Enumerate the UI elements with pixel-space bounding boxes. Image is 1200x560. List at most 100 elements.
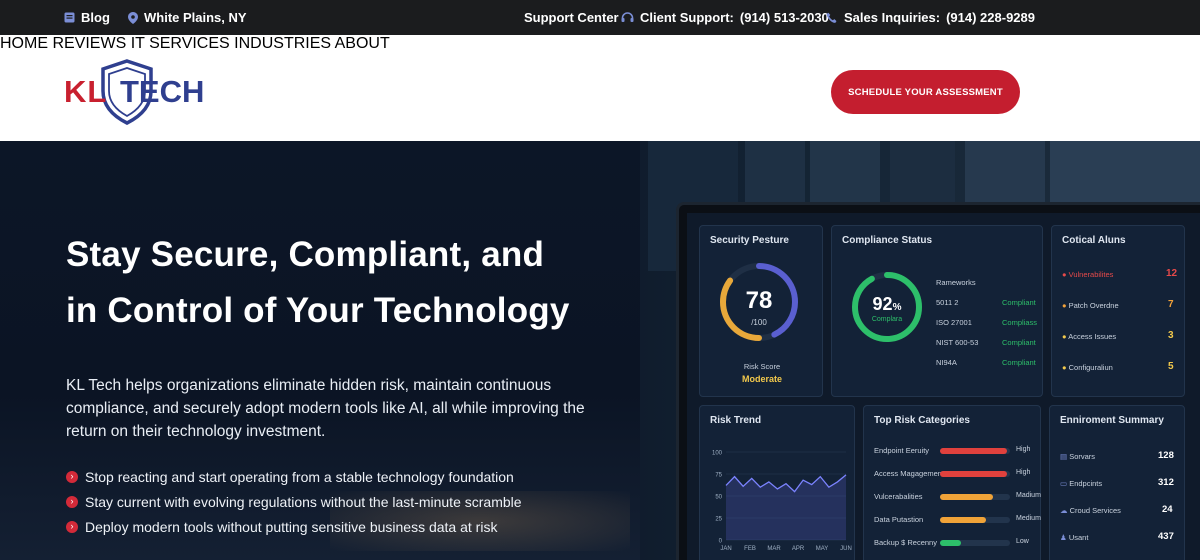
x-tick-label: JUN xyxy=(840,546,852,552)
security-score-value: 78 xyxy=(745,287,773,314)
logo-kl-text: KL xyxy=(64,74,108,109)
risk-level-label: Medium xyxy=(1016,515,1041,522)
nav-industries[interactable]: INDUSTRIES xyxy=(234,35,331,52)
risk-bar-fill xyxy=(940,540,961,546)
risk-category-name: Endpoint Eeruity xyxy=(874,446,930,455)
security-posture-card: Security Pesture 78 /100 Risk Score Mode… xyxy=(699,225,823,397)
alert-count: 7 xyxy=(1168,299,1174,310)
risk-level-label: High xyxy=(1016,446,1031,453)
risk-bar-track xyxy=(940,494,1010,500)
hero-bullet: › Deploy modern tools without putting se… xyxy=(66,514,522,539)
nav-reviews[interactable]: REVIEWS xyxy=(52,35,126,52)
y-tick-label: 0 xyxy=(719,539,723,545)
risk-category-name: Backup $ Recenny xyxy=(874,538,937,547)
nav-home[interactable]: HOME xyxy=(0,35,48,52)
alert-warning-icon: ● xyxy=(1062,301,1067,310)
environment-summary-title: Enniroment Summary xyxy=(1060,415,1164,426)
alert-name: Access Issues xyxy=(1068,332,1117,341)
main-nav: HOME REVIEWS IT SERVICES INDUSTRIES ABOU… xyxy=(0,35,1200,53)
compliance-percent: 92% xyxy=(850,294,924,315)
critical-alerts-title: Cotical Aluns xyxy=(1062,235,1126,246)
framework-status: Compliass xyxy=(1002,318,1038,327)
alert-name: Configuraliun xyxy=(1068,363,1113,372)
risk-category-name: Data Putastion xyxy=(874,515,924,524)
client-support-label: Client Support: xyxy=(640,10,734,25)
y-tick-label: 100 xyxy=(712,451,723,457)
sales-phone: (914) 228-9289 xyxy=(946,10,1035,25)
risk-level-label: Madium xyxy=(1016,492,1041,499)
risk-level-label: High xyxy=(1016,469,1031,476)
alert-name: Patch Overdne xyxy=(1068,301,1119,310)
alert-count: 5 xyxy=(1168,361,1174,372)
security-score-max: /100 xyxy=(751,318,767,327)
risk-bar-fill xyxy=(940,494,993,500)
y-tick-label: 75 xyxy=(715,473,722,479)
risk-trend-chart: 100 75 50 25 0JAN FEB MAR APR MAY JUN xyxy=(712,451,852,553)
y-tick-label: 50 xyxy=(715,495,722,501)
alert-name: Vulnerabilites xyxy=(1068,270,1114,279)
risk-trend-title: Risk Trend xyxy=(710,415,762,426)
headset-icon xyxy=(621,11,634,22)
location-link[interactable]: White Plains, NY xyxy=(128,0,247,35)
chevron-right-icon: › xyxy=(66,520,78,533)
blog-icon xyxy=(64,12,75,23)
risk-bar-fill xyxy=(940,517,986,523)
server-icon: ▤ xyxy=(1060,452,1068,461)
environment-row: ▭ Endpcints xyxy=(1060,479,1102,488)
environment-value: 24 xyxy=(1162,504,1173,515)
user-icon: ♟ xyxy=(1060,533,1067,542)
alert-warning-icon: ● xyxy=(1062,270,1067,279)
critical-alerts-card: Cotical Aluns ● Vulnerabilites 12 ● Patc… xyxy=(1051,225,1185,397)
blog-link[interactable]: Blog xyxy=(64,0,110,35)
chevron-right-icon: › xyxy=(66,495,78,508)
risk-level-label: Low xyxy=(1016,538,1029,545)
x-tick-label: FEB xyxy=(744,546,756,552)
security-posture-title: Security Pesture xyxy=(710,235,789,246)
alert-count: 3 xyxy=(1168,330,1174,341)
support-center-link[interactable]: Support Center xyxy=(524,0,619,35)
site-header: KL TECH HOME REVIEWS IT SERVICES INDUSTR… xyxy=(0,35,1200,141)
hero-bullet-text: Deploy modern tools without putting sens… xyxy=(85,518,498,535)
hero-bullet-text: Stay current with evolving regulations w… xyxy=(85,493,522,510)
risk-bar-track xyxy=(940,448,1010,454)
risk-bar-fill xyxy=(940,471,1007,477)
chevron-right-icon: › xyxy=(66,470,78,483)
risk-bar-fill xyxy=(940,448,1007,454)
risk-bar-track xyxy=(940,517,1010,523)
environment-value: 128 xyxy=(1158,450,1174,461)
top-bar: Blog White Plains, NY Support Center Cli… xyxy=(0,0,1200,35)
y-tick-label: 25 xyxy=(715,517,722,523)
nav-it-services[interactable]: IT SERVICES xyxy=(131,35,230,52)
framework-name: 5011 2 xyxy=(936,298,959,307)
alert-row: ● Access Issues xyxy=(1062,332,1116,341)
x-tick-label: MAR xyxy=(767,546,781,552)
framework-status: Compliant xyxy=(1002,298,1036,307)
cloud-icon: ☁ xyxy=(1060,506,1068,515)
kl-tech-logo[interactable]: KL TECH xyxy=(64,57,204,127)
security-dashboard: Security Pesture 78 /100 Risk Score Mode… xyxy=(687,213,1200,560)
sales-inquiries-link[interactable]: Sales Inquiries: (914) 228-9289 xyxy=(826,0,1035,35)
alert-warning-icon: ● xyxy=(1062,332,1067,341)
location-label: White Plains, NY xyxy=(144,10,247,25)
environment-row: ▤ Sorvars xyxy=(1060,452,1095,461)
alert-row: ● Vulnerabilites xyxy=(1062,270,1113,279)
risk-score-label: Risk Score xyxy=(743,362,781,371)
hero-bullet: › Stay current with evolving regulations… xyxy=(66,489,522,514)
background-building xyxy=(810,141,880,211)
risk-trend-card: Risk Trend 100 75 50 25 0 JAN FEB MAR APR MAY JUN xyxy=(699,405,855,560)
x-tick-label: JAN xyxy=(720,546,731,552)
hero-bullet-text: Stop reacting and start operating from a… xyxy=(85,468,514,485)
client-support-link[interactable]: Client Support: (914) 513-2030 xyxy=(621,0,829,35)
framework-name: ISO 27001 xyxy=(936,318,972,327)
risk-bar-track xyxy=(940,471,1010,477)
schedule-assessment-button[interactable]: SCHEDULE YOUR ASSESSMENT xyxy=(831,70,1020,114)
dashboard-monitor: Security Pesture 78 /100 Risk Score Mode… xyxy=(676,202,1200,560)
nav-about[interactable]: ABOUT xyxy=(335,35,390,52)
risk-bar-track xyxy=(940,540,1010,546)
logo-tech-text: TECH xyxy=(120,74,205,109)
alert-warning-icon: ● xyxy=(1062,363,1067,372)
alert-row: ● Patch Overdne xyxy=(1062,301,1119,310)
compliance-status-card: Compliance Status 92% Complara Rameworks… xyxy=(831,225,1043,397)
support-center-label: Support Center xyxy=(524,10,619,25)
x-tick-label: APR xyxy=(792,546,805,552)
